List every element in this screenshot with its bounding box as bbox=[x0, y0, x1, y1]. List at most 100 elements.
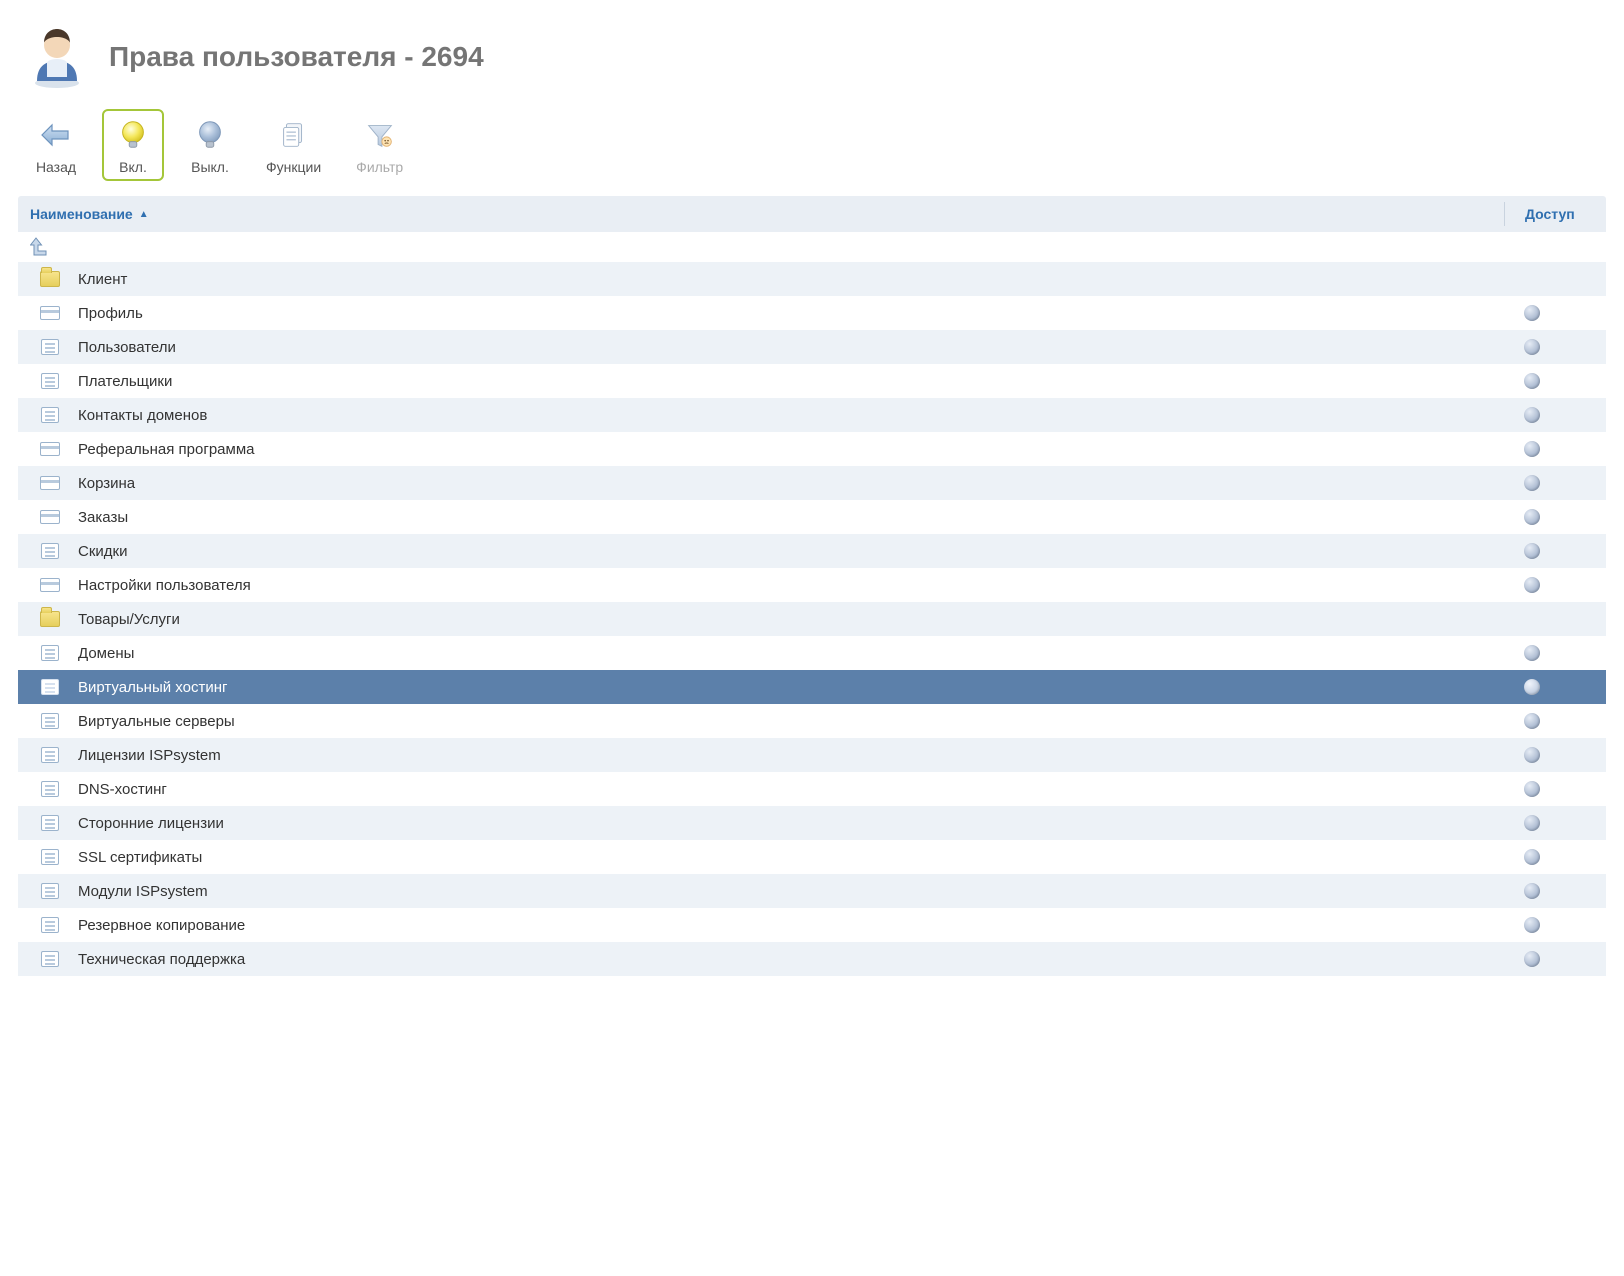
list-icon bbox=[41, 339, 59, 355]
table-row[interactable]: Виртуальный хостинг bbox=[18, 670, 1606, 704]
access-off-icon[interactable] bbox=[1524, 543, 1540, 559]
access-off-icon[interactable] bbox=[1524, 747, 1540, 763]
table-row[interactable]: Пользователи bbox=[18, 330, 1606, 364]
access-off-icon[interactable] bbox=[1524, 849, 1540, 865]
toolbar: Назад Вкл. Вык bbox=[0, 99, 1624, 196]
row-name: Пользователи bbox=[70, 339, 1504, 356]
table-row[interactable]: Настройки пользователя bbox=[18, 568, 1606, 602]
access-off-icon[interactable] bbox=[1524, 577, 1540, 593]
table-row[interactable]: Клиент bbox=[18, 262, 1606, 296]
table-row[interactable]: Модули ISPsystem bbox=[18, 874, 1606, 908]
back-label: Назад bbox=[36, 159, 76, 175]
table-row[interactable]: SSL сертификаты bbox=[18, 840, 1606, 874]
access-off-icon[interactable] bbox=[1524, 645, 1540, 661]
table-row[interactable]: Контакты доменов bbox=[18, 398, 1606, 432]
go-up-icon bbox=[30, 237, 50, 257]
page-header: Права пользователя - 2694 bbox=[0, 0, 1624, 99]
filter-button[interactable]: Фильтр bbox=[346, 109, 413, 181]
table-row[interactable]: Сторонние лицензии bbox=[18, 806, 1606, 840]
bulb-off-icon bbox=[192, 117, 228, 153]
row-access bbox=[1504, 951, 1594, 967]
user-avatar-icon bbox=[25, 25, 89, 89]
table-row[interactable]: Техническая поддержка bbox=[18, 942, 1606, 976]
column-header-access[interactable]: Доступ bbox=[1504, 202, 1594, 226]
row-name: Скидки bbox=[70, 543, 1504, 560]
funnel-icon bbox=[362, 117, 398, 153]
table-row[interactable]: Виртуальные серверы bbox=[18, 704, 1606, 738]
row-type-icon bbox=[30, 747, 70, 763]
table-row[interactable]: Лицензии ISPsystem bbox=[18, 738, 1606, 772]
list-icon bbox=[41, 543, 59, 559]
folder-icon bbox=[40, 611, 60, 627]
access-off-icon[interactable] bbox=[1524, 441, 1540, 457]
row-access bbox=[1504, 577, 1594, 593]
row-name: Виртуальные серверы bbox=[70, 713, 1504, 730]
row-type-icon bbox=[30, 951, 70, 967]
back-button[interactable]: Назад bbox=[25, 109, 87, 181]
row-name: Плательщики bbox=[70, 373, 1504, 390]
table-row[interactable]: DNS-хостинг bbox=[18, 772, 1606, 806]
row-name: Реферальная программа bbox=[70, 441, 1504, 458]
access-off-icon[interactable] bbox=[1524, 781, 1540, 797]
access-off-icon[interactable] bbox=[1524, 951, 1540, 967]
row-name: Контакты доменов bbox=[70, 407, 1504, 424]
table-row[interactable]: Реферальная программа bbox=[18, 432, 1606, 466]
column-header-name[interactable]: Наименование ▲ bbox=[30, 206, 1504, 222]
access-off-icon[interactable] bbox=[1524, 475, 1540, 491]
row-access bbox=[1504, 645, 1594, 661]
table-row[interactable]: Корзина bbox=[18, 466, 1606, 500]
access-off-icon[interactable] bbox=[1524, 883, 1540, 899]
row-type-icon bbox=[30, 645, 70, 661]
card-icon bbox=[40, 476, 60, 490]
row-type-icon bbox=[30, 339, 70, 355]
list-icon bbox=[41, 747, 59, 763]
row-type-icon bbox=[30, 917, 70, 933]
table-row[interactable]: Профиль bbox=[18, 296, 1606, 330]
table-row[interactable]: Скидки bbox=[18, 534, 1606, 568]
row-type-icon bbox=[30, 510, 70, 524]
table-row[interactable]: Плательщики bbox=[18, 364, 1606, 398]
page-title: Права пользователя - 2694 bbox=[109, 41, 484, 73]
access-off-icon[interactable] bbox=[1524, 917, 1540, 933]
access-off-icon[interactable] bbox=[1524, 679, 1540, 695]
enable-button[interactable]: Вкл. bbox=[102, 109, 164, 181]
row-type-icon bbox=[30, 611, 70, 627]
access-off-icon[interactable] bbox=[1524, 373, 1540, 389]
disable-button[interactable]: Выкл. bbox=[179, 109, 241, 181]
row-name: Сторонние лицензии bbox=[70, 815, 1504, 832]
list-icon bbox=[41, 917, 59, 933]
column-name-label: Наименование bbox=[30, 206, 133, 222]
row-type-icon bbox=[30, 883, 70, 899]
row-name: DNS-хостинг bbox=[70, 781, 1504, 798]
enable-label: Вкл. bbox=[119, 159, 147, 175]
pages-icon bbox=[276, 117, 312, 153]
access-off-icon[interactable] bbox=[1524, 339, 1540, 355]
row-name: Корзина bbox=[70, 475, 1504, 492]
row-access bbox=[1504, 815, 1594, 831]
table-row[interactable]: Резервное копирование bbox=[18, 908, 1606, 942]
access-off-icon[interactable] bbox=[1524, 713, 1540, 729]
table-row[interactable]: Заказы bbox=[18, 500, 1606, 534]
table-row[interactable]: Домены bbox=[18, 636, 1606, 670]
list-icon bbox=[41, 849, 59, 865]
row-name: Настройки пользователя bbox=[70, 577, 1504, 594]
row-type-icon bbox=[30, 781, 70, 797]
table-header: Наименование ▲ Доступ bbox=[18, 196, 1606, 232]
go-up-row[interactable] bbox=[18, 232, 1606, 262]
access-off-icon[interactable] bbox=[1524, 509, 1540, 525]
row-type-icon bbox=[30, 849, 70, 865]
card-icon bbox=[40, 578, 60, 592]
functions-button[interactable]: Функции bbox=[256, 109, 331, 181]
list-icon bbox=[41, 679, 59, 695]
row-access bbox=[1504, 373, 1594, 389]
access-off-icon[interactable] bbox=[1524, 305, 1540, 321]
row-name: Заказы bbox=[70, 509, 1504, 526]
access-off-icon[interactable] bbox=[1524, 815, 1540, 831]
row-access bbox=[1504, 917, 1594, 933]
functions-label: Функции bbox=[266, 159, 321, 175]
row-access bbox=[1504, 441, 1594, 457]
table-row[interactable]: Товары/Услуги bbox=[18, 602, 1606, 636]
row-type-icon bbox=[30, 476, 70, 490]
row-access bbox=[1504, 305, 1594, 321]
access-off-icon[interactable] bbox=[1524, 407, 1540, 423]
